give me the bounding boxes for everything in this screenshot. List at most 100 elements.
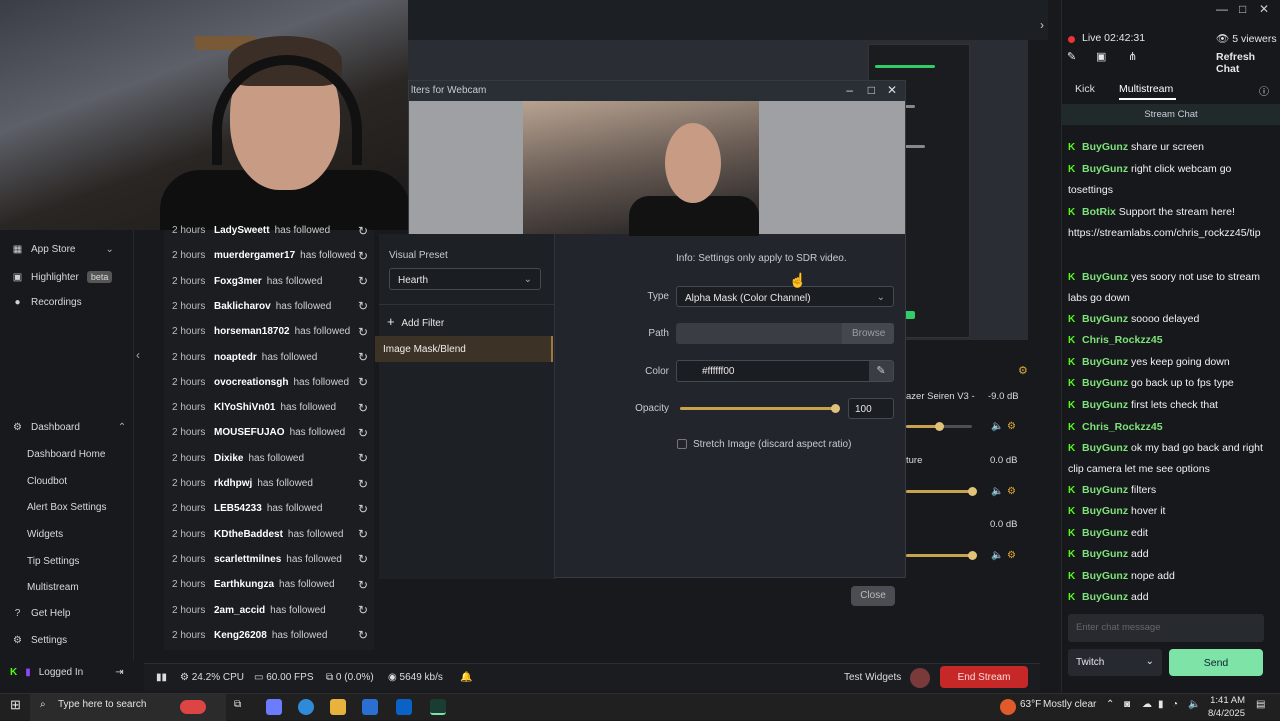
- tray-chevron-icon[interactable]: ⌃: [1106, 699, 1114, 710]
- repeat-alert-icon[interactable]: ↻: [358, 299, 368, 313]
- mixer-slider-2[interactable]: [906, 490, 972, 493]
- opacity-slider[interactable]: [680, 404, 840, 413]
- help-icon: ?: [14, 608, 21, 619]
- nav-settings[interactable]: ⚙ Settings: [12, 635, 67, 646]
- edge-icon[interactable]: [298, 699, 314, 715]
- repeat-alert-icon[interactable]: ↻: [358, 628, 368, 642]
- battery-icon[interactable]: ▮: [1158, 699, 1164, 710]
- collapse-chevron-icon[interactable]: ›: [1040, 18, 1044, 32]
- mixer-knob-1[interactable]: [935, 422, 944, 431]
- maximize-icon[interactable]: □: [868, 83, 875, 97]
- speaker-icon[interactable]: 🔈: [991, 486, 1003, 497]
- type-select[interactable]: Alpha Mask (Color Channel) ⌄: [676, 286, 894, 307]
- file-explorer-icon[interactable]: [330, 699, 346, 715]
- color-field[interactable]: #ffffff00 ✎: [676, 360, 894, 382]
- window-maximize-icon[interactable]: □: [1239, 2, 1246, 16]
- notification-icon[interactable]: ▤: [1256, 699, 1265, 710]
- edit-icon[interactable]: ✎: [1067, 50, 1076, 63]
- close-button[interactable]: Close: [851, 586, 895, 606]
- tray-app-icon[interactable]: ◙: [1124, 699, 1130, 710]
- repeat-alert-icon[interactable]: ↻: [358, 249, 368, 263]
- stretch-checkbox[interactable]: [677, 439, 687, 449]
- close-icon[interactable]: ✕: [887, 83, 897, 97]
- outlook-icon[interactable]: [396, 699, 412, 715]
- platform-select[interactable]: Twitch ⌄: [1068, 649, 1162, 676]
- gear-icon[interactable]: ⚙: [1018, 364, 1028, 377]
- refresh-chat-button[interactable]: Refresh Chat: [1216, 51, 1280, 75]
- gear-icon[interactable]: ⚙: [1007, 550, 1016, 561]
- window-minimize-icon[interactable]: —: [1216, 2, 1228, 16]
- browse-button[interactable]: Browse: [842, 323, 894, 344]
- filter-item-image-mask[interactable]: Image Mask/Blend: [375, 336, 553, 362]
- clock[interactable]: 1:41 AM 8/4/2025: [1208, 694, 1245, 720]
- opacity-input[interactable]: 100: [848, 398, 894, 419]
- mixer-knob-2[interactable]: [968, 487, 977, 496]
- nav-tip-settings[interactable]: Tip Settings: [27, 556, 79, 567]
- nav-dashboard-home[interactable]: Dashboard Home: [27, 449, 105, 460]
- nav-dashboard[interactable]: ⚙ Dashboard ⌃: [12, 422, 126, 433]
- add-filter-button[interactable]: + Add Filter: [387, 314, 444, 329]
- repeat-alert-icon[interactable]: ↻: [358, 502, 368, 516]
- speaker-icon[interactable]: 🔈: [991, 550, 1003, 561]
- logged-in[interactable]: K ▮ Logged In ⇥: [10, 667, 124, 678]
- save-icon[interactable]: ▣: [1096, 50, 1106, 63]
- repeat-alert-icon[interactable]: ↻: [358, 224, 368, 238]
- repeat-alert-icon[interactable]: ↻: [358, 603, 368, 617]
- event-time: 2 hours: [172, 427, 206, 439]
- minimize-icon[interactable]: –: [846, 83, 853, 97]
- repeat-alert-icon[interactable]: ↻: [358, 426, 368, 440]
- collapse-left-icon[interactable]: ‹: [136, 348, 140, 362]
- stats-icon[interactable]: ▮▮: [156, 672, 167, 683]
- network-icon[interactable]: ◔: [1172, 699, 1178, 710]
- opacity-slider-knob[interactable]: [831, 404, 840, 413]
- end-stream-button[interactable]: End Stream: [940, 666, 1028, 688]
- cloud-icon[interactable]: ☁: [1142, 699, 1152, 710]
- kick-badge-icon: K: [1068, 314, 1076, 325]
- bell-icon[interactable]: 🔔: [460, 672, 472, 683]
- nav-cloudbot[interactable]: Cloudbot: [27, 476, 67, 487]
- chat-username: BuyGunz: [1082, 591, 1129, 603]
- info-icon[interactable]: ⓘ: [1259, 83, 1269, 98]
- repeat-alert-icon[interactable]: ↻: [358, 325, 368, 339]
- repeat-alert-icon[interactable]: ↻: [358, 375, 368, 389]
- nav-highlighter[interactable]: ▣ Highlighter beta: [12, 271, 113, 283]
- send-button[interactable]: Send: [1169, 649, 1263, 676]
- repeat-alert-icon[interactable]: ↻: [358, 552, 368, 566]
- nav-multistream[interactable]: Multistream: [27, 582, 79, 593]
- window-close-icon[interactable]: ✕: [1259, 2, 1269, 16]
- nav-widgets[interactable]: Widgets: [27, 529, 63, 540]
- copilot-icon[interactable]: [266, 699, 282, 715]
- pencil-icon[interactable]: ✎: [869, 361, 893, 381]
- chat-input[interactable]: Enter chat message: [1068, 614, 1264, 642]
- tab-kick[interactable]: Kick: [1075, 83, 1095, 95]
- streamlabs-icon[interactable]: [430, 699, 446, 715]
- logout-icon[interactable]: ⇥: [115, 667, 123, 678]
- repeat-alert-icon[interactable]: ↻: [358, 451, 368, 465]
- path-field[interactable]: Browse: [676, 323, 894, 344]
- store-icon[interactable]: [362, 699, 378, 715]
- visual-preset-select[interactable]: Hearth ⌄: [389, 268, 541, 290]
- repeat-alert-icon[interactable]: ↻: [358, 401, 368, 415]
- mixer-slider-3[interactable]: [906, 554, 972, 557]
- speaker-icon[interactable]: 🔈: [991, 421, 1003, 432]
- volume-icon[interactable]: 🔈: [1188, 699, 1200, 710]
- nav-recordings[interactable]: ● Recordings: [12, 297, 81, 308]
- gear-icon[interactable]: ⚙: [1007, 421, 1016, 432]
- repeat-alert-icon[interactable]: ↻: [358, 350, 368, 364]
- task-view-icon[interactable]: ⧉: [234, 699, 241, 710]
- share-icon[interactable]: ⋔: [1128, 50, 1137, 63]
- record-button[interactable]: [910, 668, 930, 688]
- repeat-alert-icon[interactable]: ↻: [358, 477, 368, 491]
- mixer-knob-3[interactable]: [968, 551, 977, 560]
- repeat-alert-icon[interactable]: ↻: [358, 274, 368, 288]
- taskbar-search[interactable]: ⌕ Type here to search: [30, 694, 226, 721]
- tab-multistream[interactable]: Multistream: [1119, 83, 1173, 95]
- nav-app-store[interactable]: ▦ App Store ⌄: [12, 244, 114, 255]
- gear-icon[interactable]: ⚙: [1007, 486, 1016, 497]
- repeat-alert-icon[interactable]: ↻: [358, 578, 368, 592]
- nav-get-help[interactable]: ? Get Help: [12, 608, 71, 619]
- windows-start-icon[interactable]: ⊞: [10, 697, 21, 713]
- nav-alert-box[interactable]: Alert Box Settings: [27, 502, 106, 513]
- test-widgets-button[interactable]: Test Widgets: [844, 672, 901, 683]
- repeat-alert-icon[interactable]: ↻: [358, 527, 368, 541]
